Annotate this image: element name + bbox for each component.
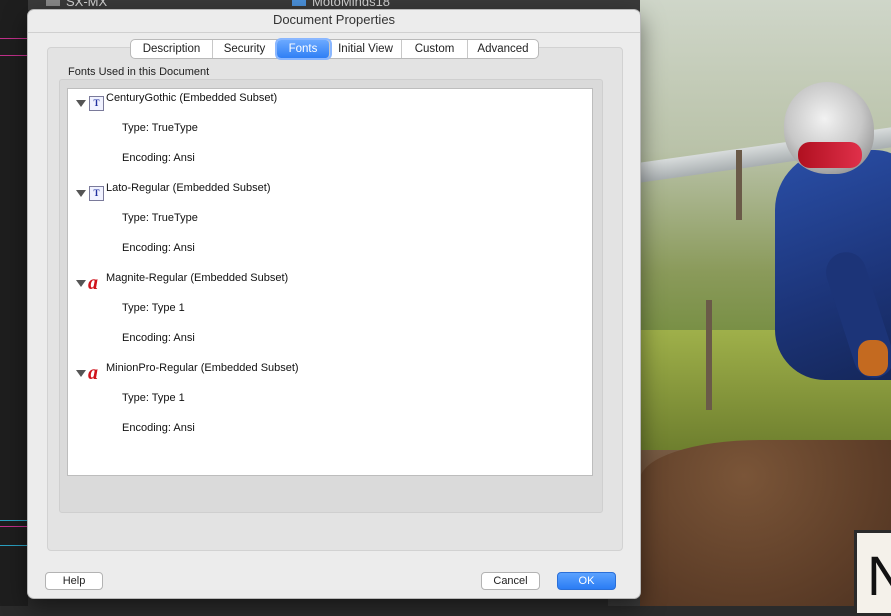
folder-icon — [46, 0, 60, 6]
tab-fonts[interactable]: Fonts — [277, 40, 330, 58]
fonts-list[interactable]: T CenturyGothic (Embedded Subset) Type: … — [67, 88, 593, 476]
background-tab-bar: SX-MX MotoMinds18 — [28, 0, 640, 10]
font-name[interactable]: MinionPro-Regular (Embedded Subset) — [106, 362, 299, 374]
sidebar-line — [0, 526, 28, 527]
cancel-button[interactable]: Cancel — [481, 572, 540, 590]
disclosure-triangle-icon[interactable] — [76, 370, 86, 377]
ok-button[interactable]: OK — [557, 572, 616, 590]
font-name[interactable]: CenturyGothic (Embedded Subset) — [106, 92, 277, 104]
tab-security[interactable]: Security — [213, 40, 277, 58]
truetype-icon: T — [89, 96, 104, 111]
tab-advanced[interactable]: Advanced — [468, 40, 538, 58]
logo-letter: N — [867, 544, 891, 607]
dialog-title: Document Properties — [28, 10, 640, 33]
tab-custom[interactable]: Custom — [402, 40, 468, 58]
disclosure-triangle-icon[interactable] — [76, 100, 86, 107]
type1-icon: a — [88, 362, 98, 384]
sidebar-line — [0, 545, 28, 546]
font-name[interactable]: Lato-Regular (Embedded Subset) — [106, 182, 270, 194]
font-encoding: Encoding: Ansi — [122, 152, 195, 164]
section-label: Fonts Used in this Document — [68, 66, 210, 78]
tab-description[interactable]: Description — [131, 40, 213, 58]
tab-bar: Description Security Fonts Initial View … — [130, 39, 539, 59]
rider-goggle — [798, 142, 862, 168]
logo-mark: N — [854, 530, 891, 616]
background-tab-label[interactable]: MotoMinds18 — [312, 0, 390, 9]
disclosure-triangle-icon[interactable] — [76, 280, 86, 287]
photo-post — [706, 300, 712, 410]
background-tab-label[interactable]: SX-MX — [66, 0, 107, 9]
tab-initial-view[interactable]: Initial View — [330, 40, 402, 58]
font-type: Type: Type 1 — [122, 392, 185, 404]
font-type: Type: Type 1 — [122, 302, 185, 314]
document-properties-dialog: Document Properties Description Security… — [28, 10, 640, 598]
font-encoding: Encoding: Ansi — [122, 242, 195, 254]
font-name[interactable]: Magnite-Regular (Embedded Subset) — [106, 272, 288, 284]
font-type: Type: TrueType — [122, 122, 198, 134]
background-sidebar — [0, 0, 28, 606]
font-type: Type: TrueType — [122, 212, 198, 224]
sidebar-line — [0, 520, 28, 521]
sidebar-line — [0, 55, 28, 56]
help-button[interactable]: Help — [45, 572, 103, 590]
folder-icon — [292, 0, 306, 6]
font-encoding: Encoding: Ansi — [122, 332, 195, 344]
font-encoding: Encoding: Ansi — [122, 422, 195, 434]
rider-glove — [858, 340, 888, 376]
type1-icon: a — [88, 272, 98, 294]
truetype-icon: T — [89, 186, 104, 201]
photo-post — [736, 150, 742, 220]
disclosure-triangle-icon[interactable] — [76, 190, 86, 197]
sidebar-line — [0, 38, 28, 39]
